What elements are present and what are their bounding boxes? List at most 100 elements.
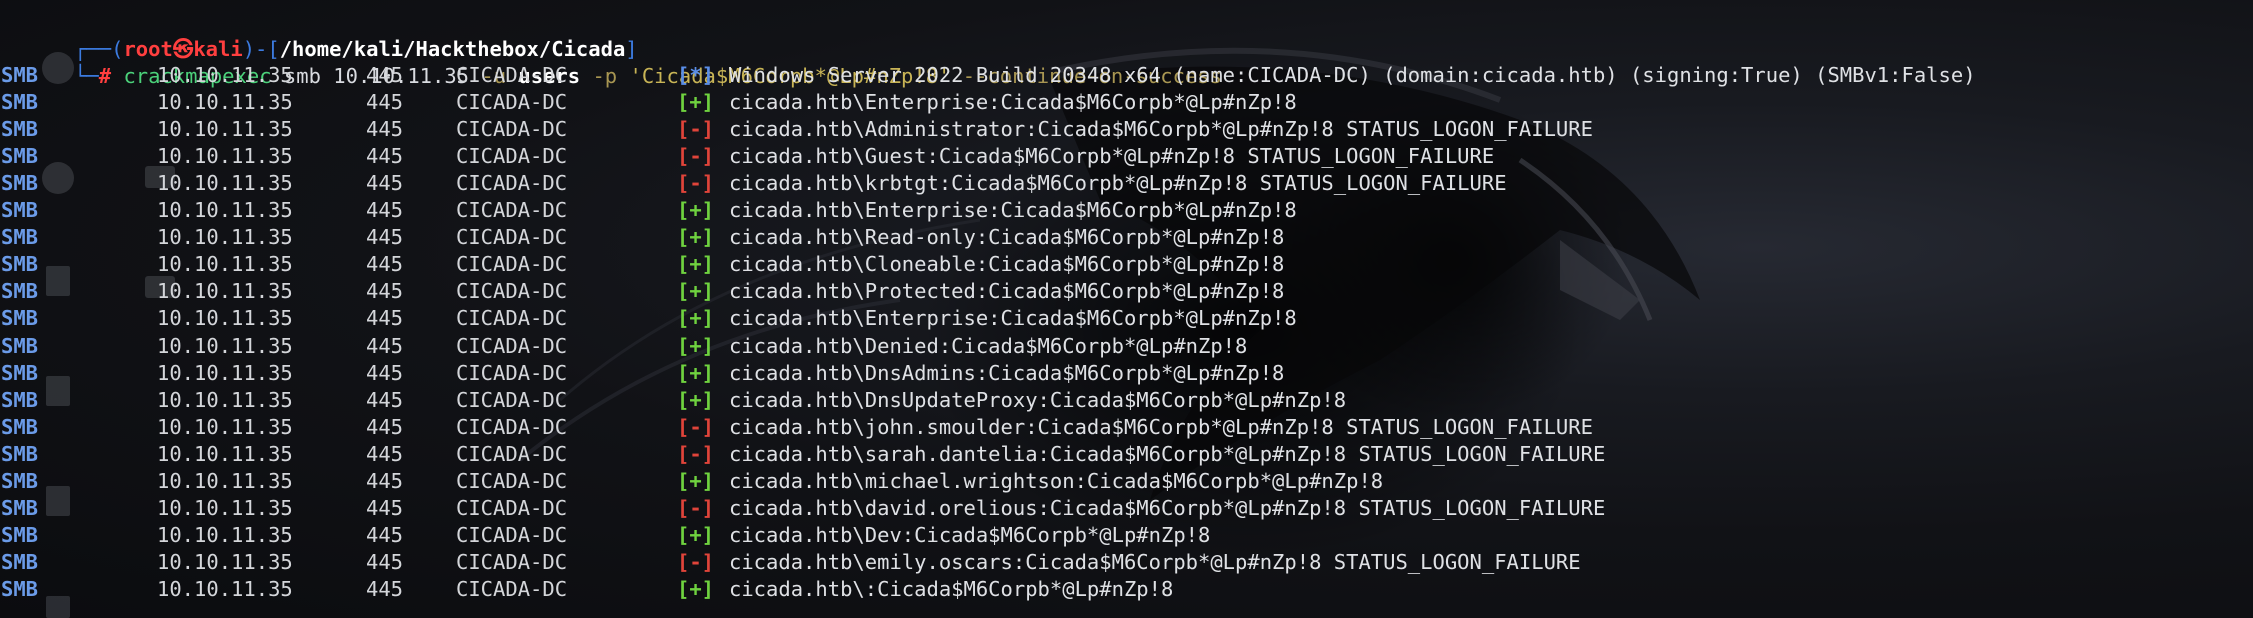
- row-ip: 10.10.11.35: [157, 522, 293, 547]
- row-status: [+]: [677, 468, 715, 493]
- row-protocol: SMB: [1, 90, 39, 115]
- row-host: CICADA-DC: [456, 522, 568, 547]
- row-protocol: SMB: [1, 306, 39, 331]
- row-host: CICADA-DC: [456, 414, 568, 439]
- row-host: CICADA-DC: [456, 576, 568, 601]
- row-status: [-]: [677, 414, 715, 439]
- row-ip: 10.10.11.35: [157, 495, 293, 520]
- row-protocol: SMB: [1, 387, 39, 412]
- row-status: [-]: [677, 117, 715, 142]
- row-message: cicada.htb\Guest:Cicada$M6Corpb*@Lp#nZp!…: [729, 144, 1495, 169]
- row-protocol: SMB: [1, 198, 39, 223]
- row-protocol: SMB: [1, 414, 39, 439]
- row-host: CICADA-DC: [456, 225, 568, 250]
- row-ip: 10.10.11.35: [157, 441, 293, 466]
- row-port: 445: [366, 63, 404, 87]
- row-host: CICADA-DC: [456, 468, 568, 493]
- row-status: [+]: [677, 279, 715, 304]
- row-host: CICADA-DC: [456, 441, 568, 466]
- row-status: [-]: [677, 441, 715, 466]
- row-message: cicada.htb\michael.wrightson:Cicada$M6Co…: [729, 468, 1384, 493]
- row-message: cicada.htb\Cloneable:Cicada$M6Corpb*@Lp#…: [729, 252, 1285, 277]
- row-ip: 10.10.11.35: [157, 468, 293, 493]
- row-port: 445: [366, 90, 404, 115]
- row-host: CICADA-DC: [456, 117, 568, 142]
- row-status: [+]: [677, 333, 715, 358]
- row-protocol: SMB: [1, 117, 39, 142]
- row-message: cicada.htb\sarah.dantelia:Cicada$M6Corpb…: [729, 441, 1606, 466]
- row-port: 445: [366, 387, 404, 412]
- row-ip: 10.10.11.35: [157, 576, 293, 601]
- row-host: CICADA-DC: [456, 90, 568, 115]
- row-status: [-]: [677, 144, 715, 169]
- row-ip: 10.10.11.35: [157, 252, 293, 277]
- row-host: CICADA-DC: [456, 387, 568, 412]
- row-port: 445: [366, 414, 404, 439]
- row-port: 445: [366, 198, 404, 223]
- row-status: [+]: [677, 90, 715, 115]
- row-status: [+]: [677, 576, 715, 601]
- row-port: 445: [366, 306, 404, 331]
- row-status: [+]: [677, 387, 715, 412]
- row-port: 445: [366, 171, 404, 196]
- row-ip: 10.10.11.35: [157, 387, 293, 412]
- row-ip: 10.10.11.35: [157, 549, 293, 574]
- row-port: 445: [366, 225, 404, 250]
- row-host: CICADA-DC: [456, 306, 568, 331]
- row-ip: 10.10.11.35: [157, 360, 293, 385]
- row-host: CICADA-DC: [456, 198, 568, 223]
- row-protocol: SMB: [1, 279, 39, 304]
- prompt-hash: #: [98, 64, 112, 88]
- row-port: 445: [366, 495, 404, 520]
- row-host: CICADA-DC: [456, 549, 568, 574]
- row-host: CICADA-DC: [456, 279, 568, 304]
- row-protocol: SMB: [1, 522, 39, 547]
- row-host: CICADA-DC: [456, 63, 568, 87]
- row-message: cicada.htb\krbtgt:Cicada$M6Corpb*@Lp#nZp…: [729, 171, 1507, 196]
- row-ip: 10.10.11.35: [157, 198, 293, 223]
- row-host: CICADA-DC: [456, 360, 568, 385]
- row-message: cicada.htb\Read-only:Cicada$M6Corpb*@Lp#…: [729, 225, 1285, 250]
- row-status: [-]: [677, 171, 715, 196]
- row-message: cicada.htb\Dev:Cicada$M6Corpb*@Lp#nZp!8: [729, 522, 1211, 547]
- row-protocol: SMB: [1, 144, 39, 169]
- row-status: [+]: [677, 306, 715, 331]
- row-port: 445: [366, 333, 404, 358]
- row-protocol: SMB: [1, 495, 39, 520]
- row-status: [+]: [677, 522, 715, 547]
- row-protocol: SMB: [1, 225, 39, 250]
- terminal-window[interactable]: ┌──(root㉿kali)-[/home/kali/Hackthebox/Ci…: [0, 0, 2253, 618]
- row-message: cicada.htb\Administrator:Cicada$M6Corpb*…: [729, 117, 1593, 142]
- row-port: 445: [366, 468, 404, 493]
- row-protocol: SMB: [1, 252, 39, 277]
- prompt-line: ┌──(root㉿kali)-[/home/kali/Hackthebox/Ci…: [74, 37, 638, 61]
- row-status: [*]: [677, 63, 715, 87]
- row-protocol: SMB: [1, 63, 39, 87]
- row-host: CICADA-DC: [456, 252, 568, 277]
- row-ip: 10.10.11.35: [157, 306, 293, 331]
- row-port: 445: [366, 441, 404, 466]
- row-ip: 10.10.11.35: [157, 144, 293, 169]
- row-message: cicada.htb\Enterprise:Cicada$M6Corpb*@Lp…: [729, 90, 1297, 115]
- row-status: [+]: [677, 225, 715, 250]
- row-status: [+]: [677, 252, 715, 277]
- row-status: [-]: [677, 495, 715, 520]
- row-port: 445: [366, 252, 404, 277]
- row-protocol: SMB: [1, 468, 39, 493]
- row-message: Windows Server 2022 Build 20348 x64 (nam…: [729, 63, 1976, 87]
- row-host: CICADA-DC: [456, 333, 568, 358]
- row-protocol: SMB: [1, 333, 39, 358]
- row-protocol: SMB: [1, 441, 39, 466]
- row-protocol: SMB: [1, 171, 39, 196]
- row-status: [+]: [677, 198, 715, 223]
- row-status: [+]: [677, 360, 715, 385]
- row-ip: 10.10.11.35: [157, 63, 293, 87]
- row-message: cicada.htb\Enterprise:Cicada$M6Corpb*@Lp…: [729, 306, 1297, 331]
- row-ip: 10.10.11.35: [157, 414, 293, 439]
- row-ip: 10.10.11.35: [157, 171, 293, 196]
- row-message: cicada.htb\john.smoulder:Cicada$M6Corpb*…: [729, 414, 1593, 439]
- row-host: CICADA-DC: [456, 495, 568, 520]
- command-line[interactable]: └─# crackmapexec smb 10.10.11.35 -u user…: [0, 36, 1222, 88]
- row-ip: 10.10.11.35: [157, 117, 293, 142]
- row-message: cicada.htb\DnsAdmins:Cicada$M6Corpb*@Lp#…: [729, 360, 1285, 385]
